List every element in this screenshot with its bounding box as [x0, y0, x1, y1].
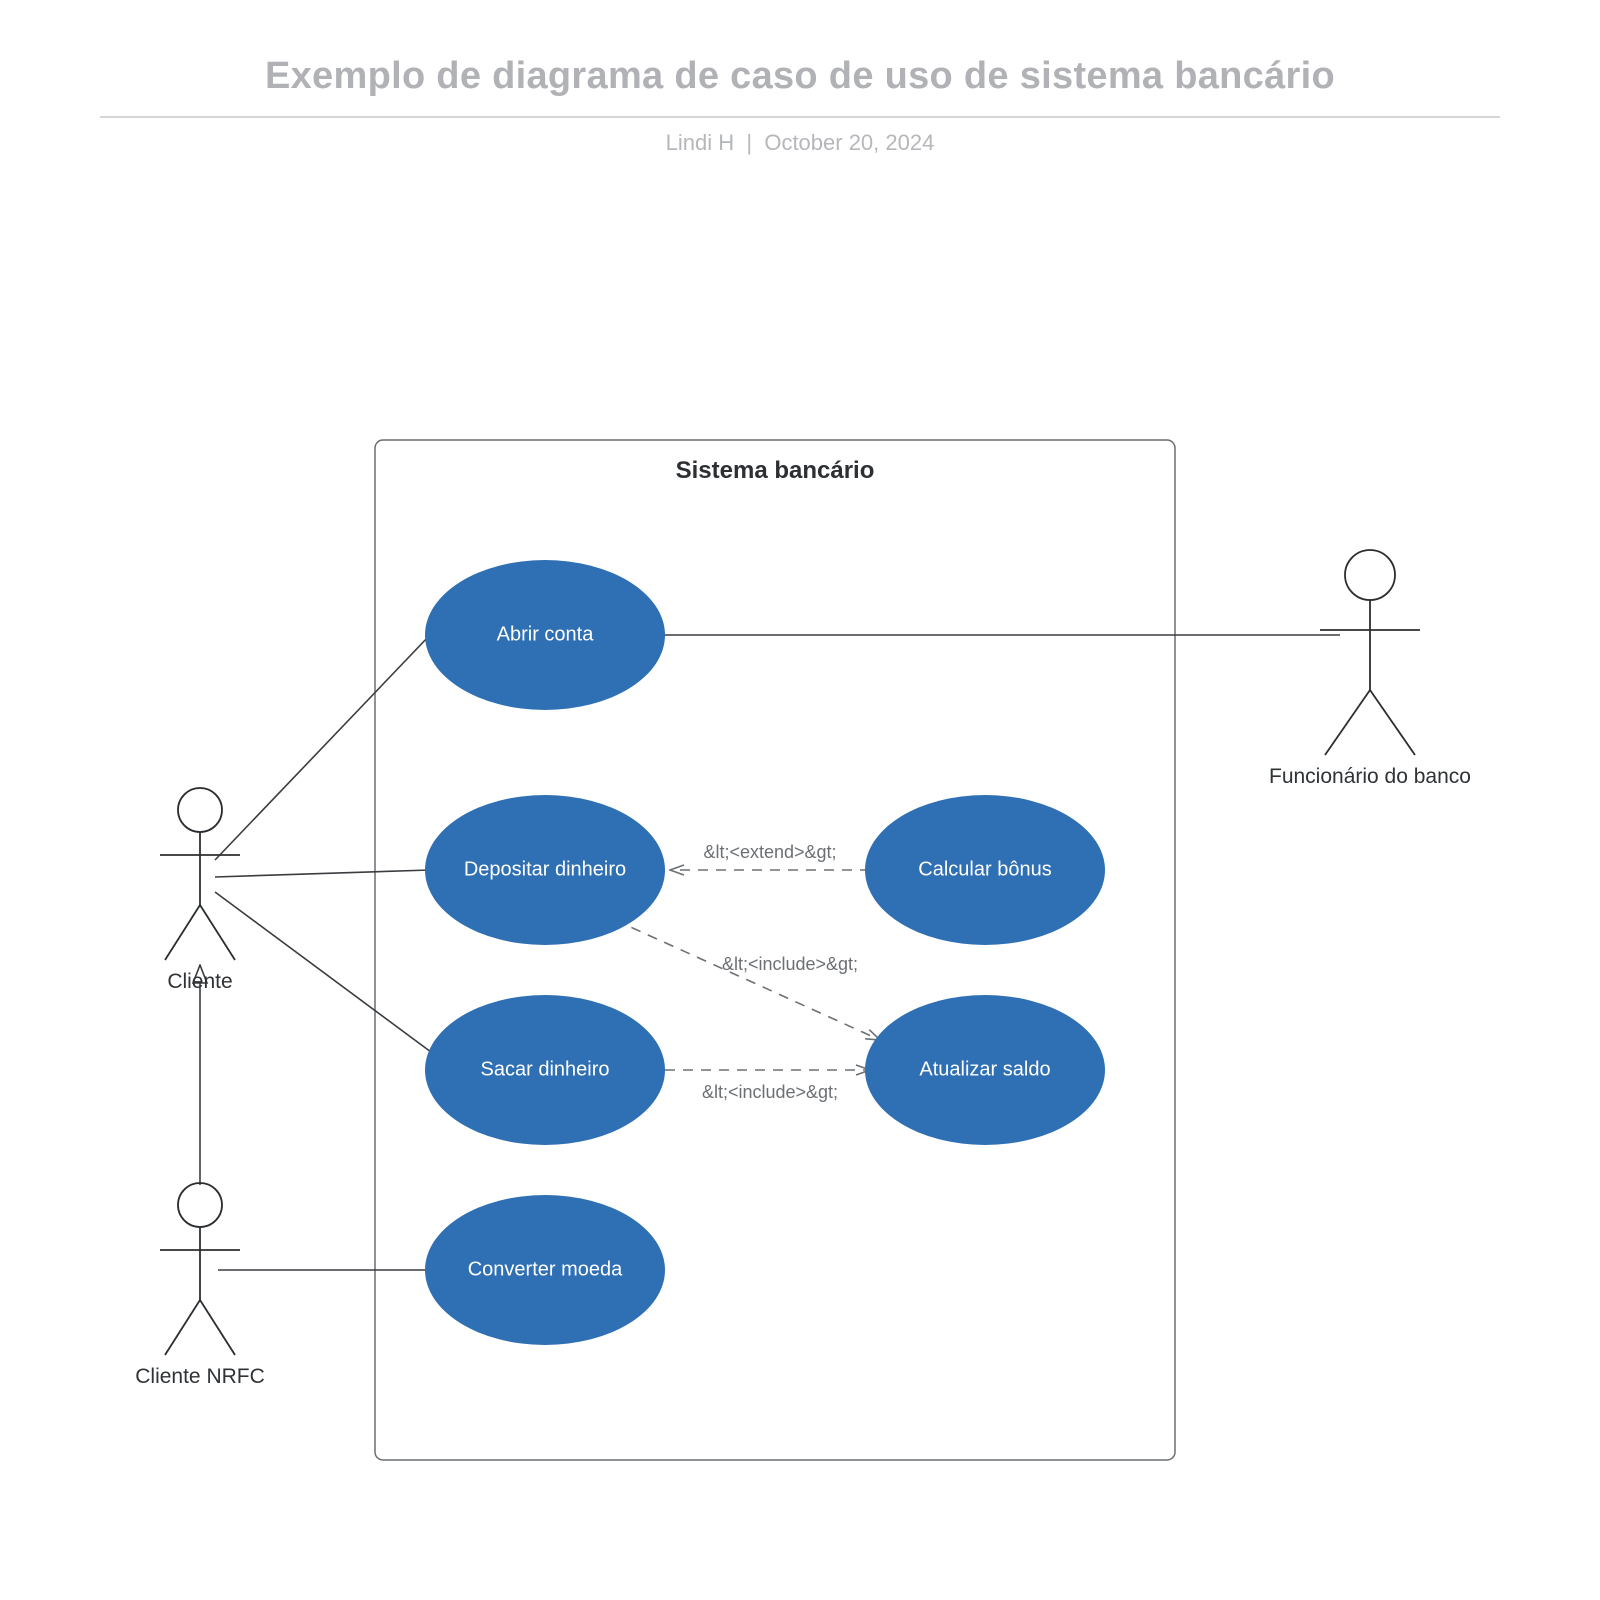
system-label: Sistema bancário — [676, 457, 875, 484]
actor-cliente-nrfc-label: Cliente NRFC — [135, 1365, 265, 1388]
usecase-atualizar-saldo-label: Atualizar saldo — [919, 1058, 1050, 1080]
include-depositar-atualizar — [615, 920, 880, 1040]
usecase-sacar: Sacar dinheiro — [425, 995, 665, 1145]
usecase-depositar-label: Depositar dinheiro — [464, 858, 626, 880]
usecase-diagram: Sistema bancário Depositar --> &lt;<exte… — [0, 0, 1600, 1600]
assoc-cliente-depositar — [215, 870, 430, 877]
actor-cliente-label: Cliente — [167, 970, 232, 993]
usecase-abrir-conta: Abrir conta — [425, 560, 665, 710]
actor-funcionario — [1320, 550, 1420, 755]
actor-funcionario-label: Funcionário do banco — [1269, 765, 1471, 788]
extend-label: &lt;<extend>&gt; — [703, 842, 836, 862]
actor-cliente — [160, 788, 240, 960]
usecase-converter: Converter moeda — [425, 1195, 665, 1345]
usecase-depositar: Depositar dinheiro — [425, 795, 665, 945]
include-label-2: &lt;<include>&gt; — [702, 1082, 838, 1102]
include-label-1: &lt;<include>&gt; — [722, 954, 858, 974]
usecase-abrir-conta-label: Abrir conta — [497, 623, 595, 645]
usecase-atualizar-saldo: Atualizar saldo — [865, 995, 1105, 1145]
usecase-calcular-bonus: Calcular bônus — [865, 795, 1105, 945]
assoc-cliente-sacar — [215, 892, 435, 1055]
usecase-calcular-bonus-label: Calcular bônus — [918, 858, 1051, 880]
assoc-cliente-abrir — [215, 635, 430, 860]
actor-cliente-nrfc — [160, 1183, 240, 1355]
usecase-sacar-label: Sacar dinheiro — [481, 1058, 610, 1080]
usecase-converter-label: Converter moeda — [468, 1258, 623, 1280]
